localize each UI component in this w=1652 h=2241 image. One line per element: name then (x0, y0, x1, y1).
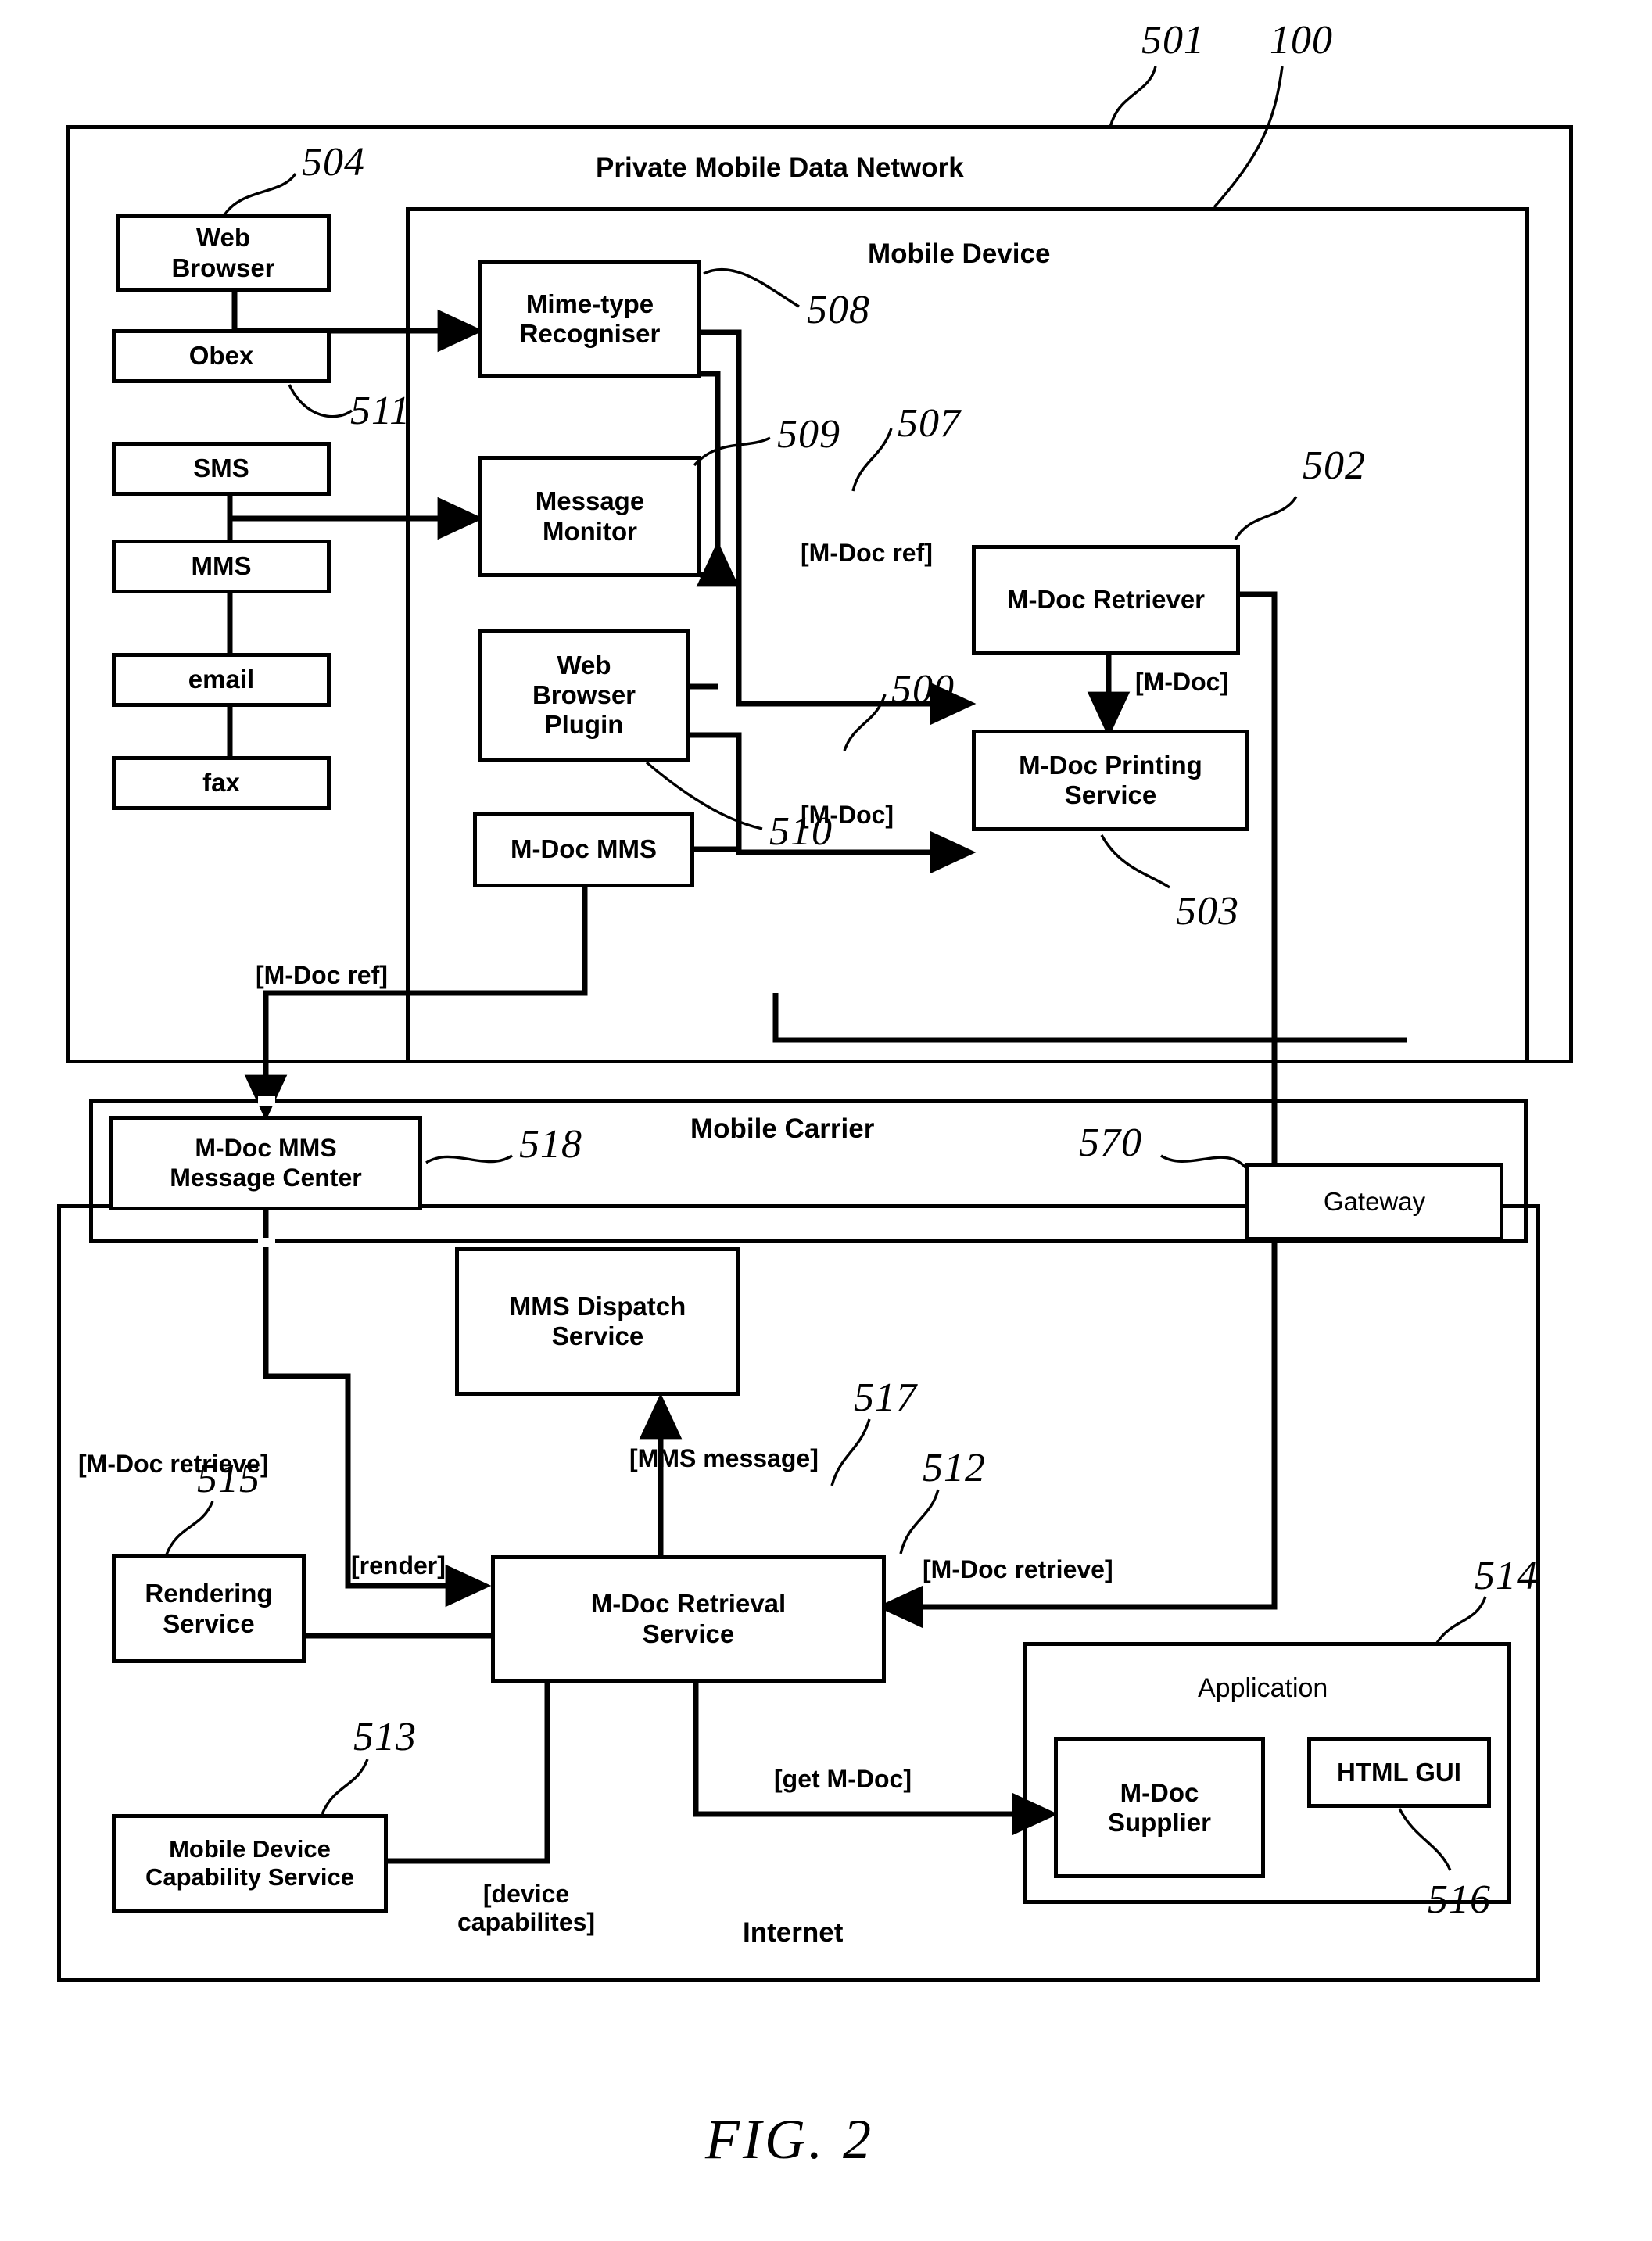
ref-100: 100 (1270, 18, 1333, 63)
ref-504: 504 (302, 140, 365, 185)
ref-500: 500 (891, 667, 955, 712)
ref-510: 510 (769, 809, 833, 854)
ref-517: 517 (854, 1375, 917, 1420)
ref-515: 515 (197, 1457, 260, 1501)
ref-511: 511 (350, 389, 411, 433)
ref-512: 512 (923, 1446, 986, 1490)
figure-canvas: Private Mobile Data Network Mobile Devic… (0, 0, 1652, 2241)
leader-line-layer (165, 66, 1487, 1871)
ref-514: 514 (1475, 1554, 1538, 1598)
ref-502: 502 (1303, 443, 1366, 488)
ref-509: 509 (777, 412, 840, 457)
ref-516: 516 (1428, 1877, 1491, 1922)
ref-518: 518 (519, 1122, 582, 1167)
ref-503: 503 (1176, 889, 1239, 934)
ref-501: 501 (1141, 18, 1205, 63)
ref-507: 507 (898, 401, 961, 446)
figure-caption: FIG. 2 (705, 2108, 874, 2171)
ref-513: 513 (353, 1715, 417, 1759)
ref-570: 570 (1079, 1120, 1142, 1165)
ref-508: 508 (807, 288, 870, 332)
